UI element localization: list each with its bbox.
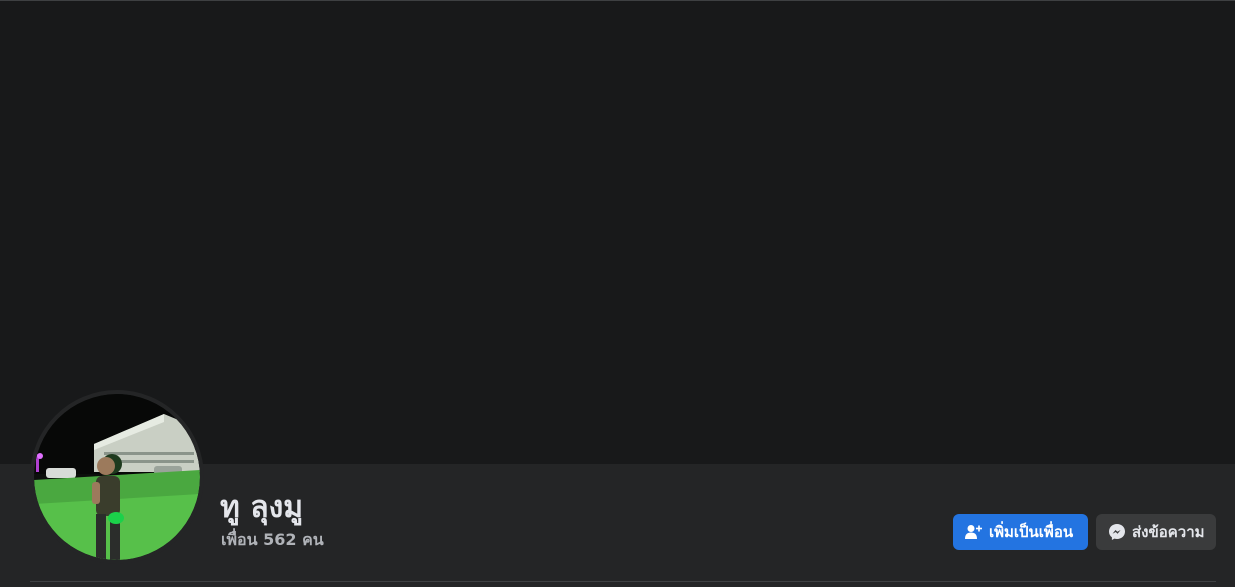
cover-photo[interactable] — [0, 1, 1235, 464]
send-message-label: ส่งข้อความ — [1132, 523, 1205, 541]
profile-photo-image — [34, 394, 200, 560]
profile-page: ทู ลุงมู เพื่อน 562 คน เพิ่มเป็นเพื่อน ส… — [0, 0, 1235, 587]
messenger-icon — [1108, 523, 1126, 541]
send-message-button[interactable]: ส่งข้อความ — [1096, 514, 1216, 550]
friends-count-link[interactable]: เพื่อน 562 คน — [221, 529, 324, 551]
profile-name: ทู ลุงมู — [220, 490, 304, 525]
add-friend-icon — [965, 524, 983, 540]
add-friend-button[interactable]: เพิ่มเป็นเพื่อน — [953, 514, 1088, 550]
add-friend-label: เพิ่มเป็นเพื่อน — [989, 523, 1074, 541]
section-divider — [30, 581, 1216, 582]
profile-picture[interactable] — [30, 390, 204, 564]
